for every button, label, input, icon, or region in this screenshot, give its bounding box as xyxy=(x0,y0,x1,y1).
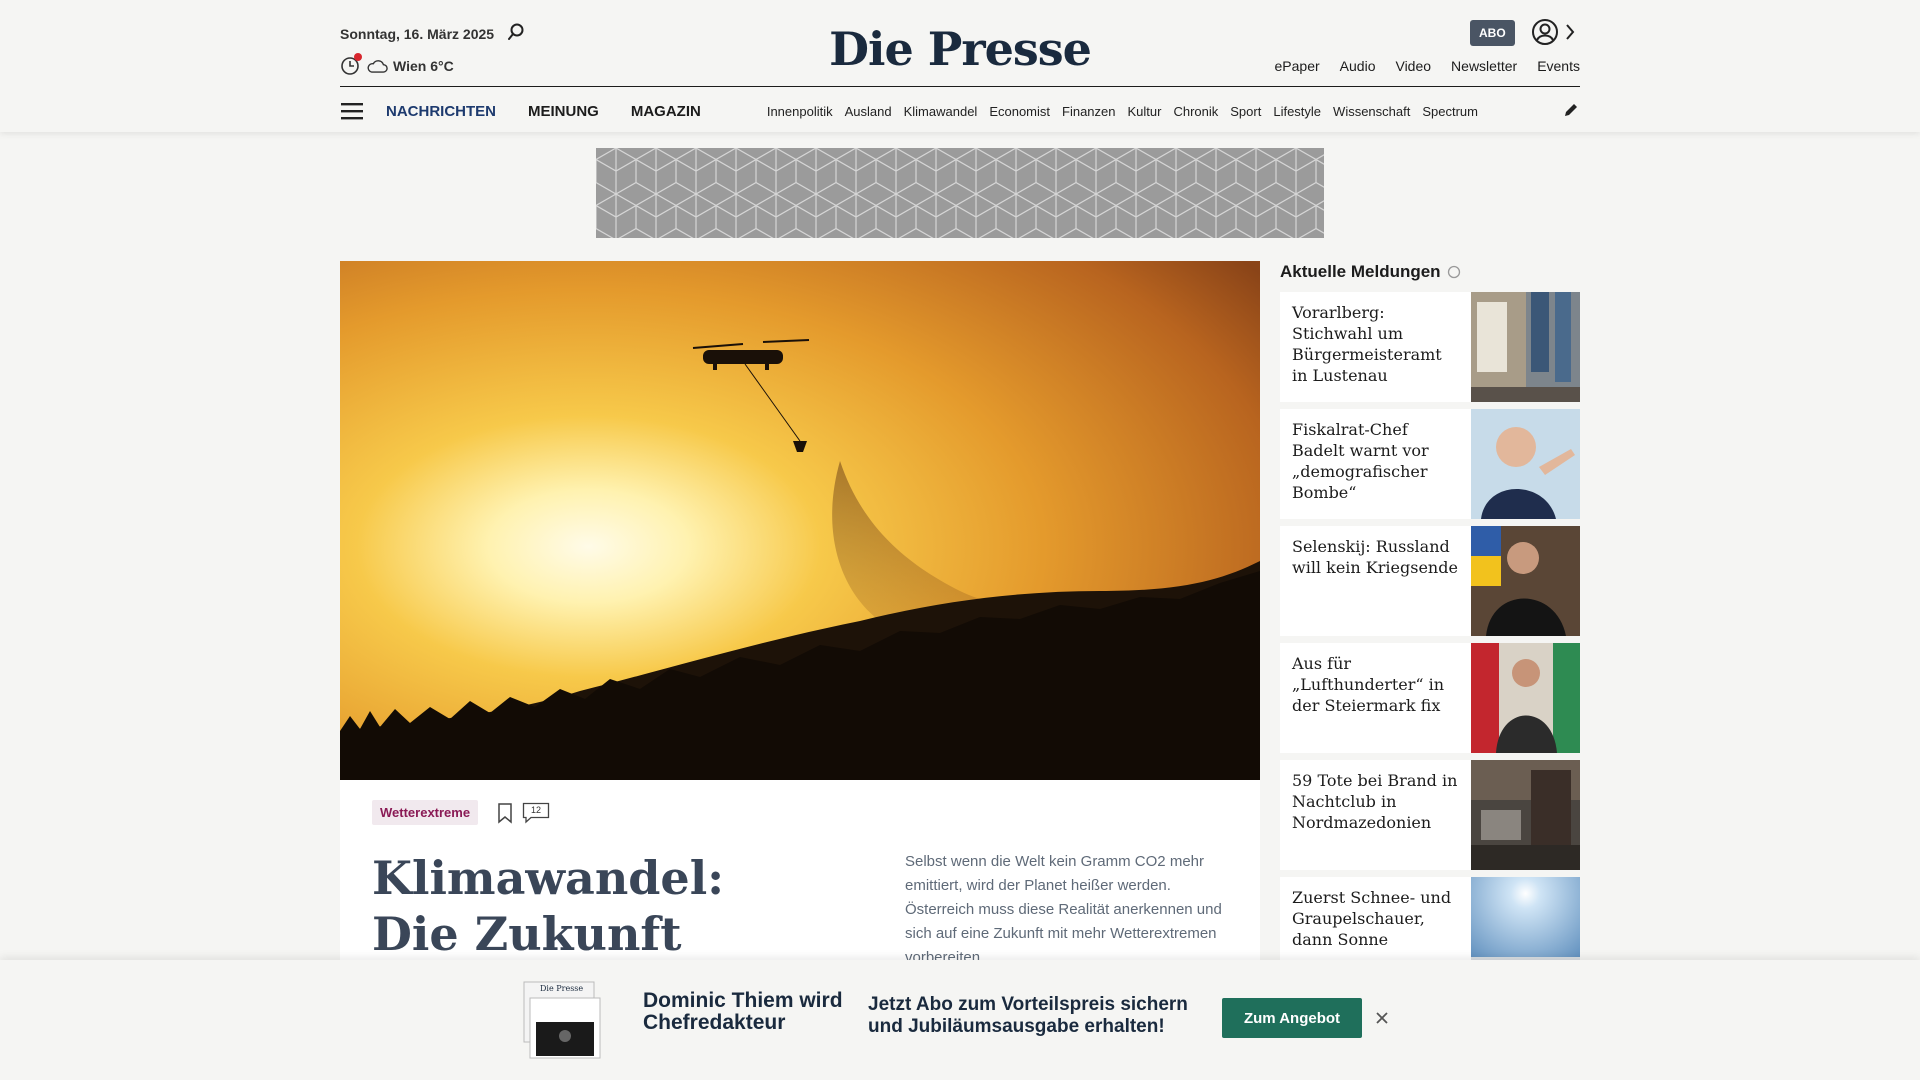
close-icon[interactable] xyxy=(1374,1010,1390,1026)
status-indicators: Wien 6°C xyxy=(340,53,454,76)
section-sport[interactable]: Sport xyxy=(1230,104,1261,119)
news-item-title: Vorarlberg: Stichwahl um Bürgermeisteram… xyxy=(1292,303,1442,385)
site-header: Sonntag, 16. März 2025 Wien 6°C Die Pres… xyxy=(0,0,1920,132)
section-lifestyle[interactable]: Lifestyle xyxy=(1273,104,1321,119)
section-innenpolitik[interactable]: Innenpolitik xyxy=(767,104,833,119)
news-item[interactable]: Vorarlberg: Stichwahl um Bürgermeisteram… xyxy=(1280,292,1580,402)
search-icon[interactable] xyxy=(506,22,526,42)
sidebar-title: Aktuelle Meldungen xyxy=(1280,262,1441,281)
section-kultur[interactable]: Kultur xyxy=(1128,104,1162,119)
bookmark-icon[interactable] xyxy=(496,802,514,824)
section-chronik[interactable]: Chronik xyxy=(1173,104,1218,119)
section-nav: Innenpolitik Ausland Klimawandel Economi… xyxy=(767,104,1527,119)
link-newsletter[interactable]: Newsletter xyxy=(1451,58,1517,74)
primary-nav: NACHRICHTEN MEINUNG MAGAZIN xyxy=(386,103,701,120)
hero-image[interactable] xyxy=(340,261,1260,780)
nav-magazin[interactable]: MAGAZIN xyxy=(631,103,701,120)
weather-text: Wien 6°C xyxy=(393,58,454,74)
section-economist[interactable]: Economist xyxy=(989,104,1050,119)
current-date: Sonntag, 16. März 2025 xyxy=(340,26,495,42)
chevron-right-icon[interactable] xyxy=(1564,22,1576,42)
nav-meinung[interactable]: MEINUNG xyxy=(528,103,599,120)
banner-title: Dominic Thiem wird Chefredakteur xyxy=(643,989,843,1034)
user-icon[interactable] xyxy=(1531,18,1559,46)
banner-paper-logo: Die Presse xyxy=(540,984,584,993)
link-video[interactable]: Video xyxy=(1395,58,1431,74)
section-ausland[interactable]: Ausland xyxy=(845,104,892,119)
news-thumbnail xyxy=(1471,643,1580,753)
news-thumbnail xyxy=(1471,760,1580,870)
news-item[interactable]: Selenskij: Russland will kein Kriegsende xyxy=(1280,526,1580,636)
section-spectrum[interactable]: Spectrum xyxy=(1422,104,1478,119)
weather-widget[interactable]: Wien 6°C xyxy=(366,58,454,74)
top-links: ePaper Audio Video Newsletter Events xyxy=(1275,58,1580,74)
section-wissenschaft[interactable]: Wissenschaft xyxy=(1333,104,1410,119)
section-klimawandel[interactable]: Klimawandel xyxy=(904,104,978,119)
news-item-title: 59 Tote bei Brand in Nachtclub in Nordma… xyxy=(1292,771,1458,832)
news-item[interactable]: Fiskalrat-Chef Badelt warnt vor „demogra… xyxy=(1280,409,1580,519)
notification-dot xyxy=(354,53,362,61)
offer-button[interactable]: Zum Angebot xyxy=(1222,998,1362,1038)
nav-nachrichten[interactable]: NACHRICHTEN xyxy=(386,103,496,120)
header-divider xyxy=(340,86,1580,87)
news-thumbnail xyxy=(1471,526,1580,636)
ad-pattern xyxy=(596,148,1324,238)
link-audio[interactable]: Audio xyxy=(1340,58,1376,74)
news-ticker-indicator[interactable] xyxy=(340,53,362,76)
site-logo-wrap: Die Presse xyxy=(0,22,1920,76)
pencil-icon[interactable] xyxy=(1562,101,1580,119)
link-events[interactable]: Events xyxy=(1537,58,1580,74)
article-lead: Selbst wenn die Welt kein Gramm CO2 mehr… xyxy=(905,853,1222,966)
news-thumbnail xyxy=(1471,409,1580,519)
live-pulse-icon xyxy=(1447,265,1460,279)
sidebar-heading: Aktuelle Meldungen xyxy=(1280,262,1461,282)
main-navigation: NACHRICHTEN MEINUNG MAGAZIN Innenpolitik… xyxy=(340,96,1580,126)
comment-count: 12 xyxy=(530,805,541,815)
news-item[interactable]: 59 Tote bei Brand in Nachtclub in Nordma… xyxy=(1280,760,1580,870)
hamburger-menu-icon[interactable] xyxy=(340,101,364,121)
cloud-icon xyxy=(367,59,388,73)
abo-button[interactable]: ABO xyxy=(1470,20,1515,46)
news-list: Vorarlberg: Stichwahl um Bürgermeisteram… xyxy=(1280,292,1580,994)
news-thumbnail xyxy=(1471,292,1580,402)
link-epaper[interactable]: ePaper xyxy=(1275,58,1320,74)
article-tag[interactable]: Wetterextreme xyxy=(372,800,479,825)
news-item-title: Selenskij: Russland will kein Kriegsende xyxy=(1292,537,1458,577)
news-item[interactable]: Aus für „Lufthunderter“ in der Steiermar… xyxy=(1280,643,1580,753)
site-logo[interactable]: Die Presse xyxy=(829,22,1092,76)
subscription-banner: Die Presse Dominic Thiem wird Chefredakt… xyxy=(0,960,1920,1080)
section-finanzen[interactable]: Finanzen xyxy=(1062,104,1115,119)
news-item-title: Aus für „Lufthunderter“ in der Steiermar… xyxy=(1292,654,1445,715)
news-item-title: Fiskalrat-Chef Badelt warnt vor „demogra… xyxy=(1292,420,1429,502)
banner-offer: Jetzt Abo zum Vorteilspreis sichern und … xyxy=(868,994,1188,1037)
ad-placeholder xyxy=(596,148,1324,238)
